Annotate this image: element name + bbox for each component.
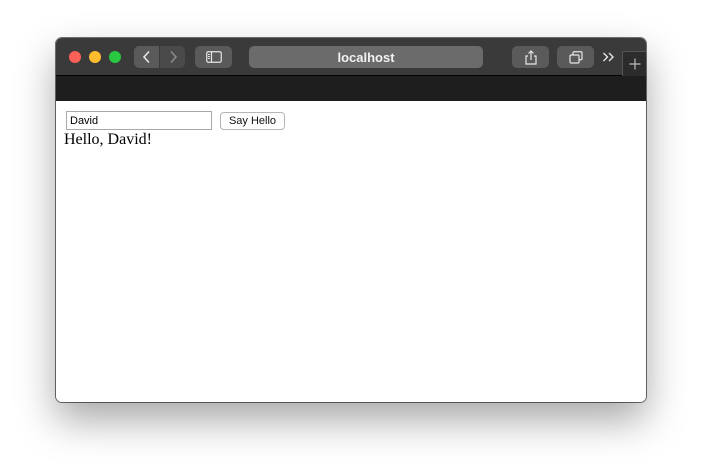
say-hello-button[interactable]: Say Hello [220,112,285,130]
forward-button[interactable] [160,46,185,68]
chevron-left-icon [142,50,150,64]
close-window-button[interactable] [69,51,81,63]
name-input[interactable] [66,111,212,130]
browser-window: localhost David Say Hello Hello, David! [56,38,646,402]
chevron-right-icon [169,50,177,64]
tab-overview-button[interactable] [557,46,594,68]
sidebar-button[interactable] [195,46,232,68]
page-content: Say Hello Hello, David! [56,101,646,402]
more-toolbar-items-button[interactable] [601,48,615,66]
maximize-window-button[interactable] [109,51,121,63]
share-button[interactable] [512,46,549,68]
address-text: localhost [337,49,395,65]
share-icon [524,49,537,65]
sidebar-icon [205,51,222,63]
back-button[interactable] [134,46,159,68]
new-tab-button[interactable] [622,51,646,76]
plus-icon [629,58,640,70]
address-bar[interactable]: localhost [249,46,483,68]
tab-overview-icon [568,50,583,64]
double-chevron-right-icon [602,52,614,62]
browser-toolbar: localhost [56,38,646,76]
tab-bar [56,76,646,101]
minimize-window-button[interactable] [89,51,101,63]
greeting-text: Hello, David! [64,131,152,148]
